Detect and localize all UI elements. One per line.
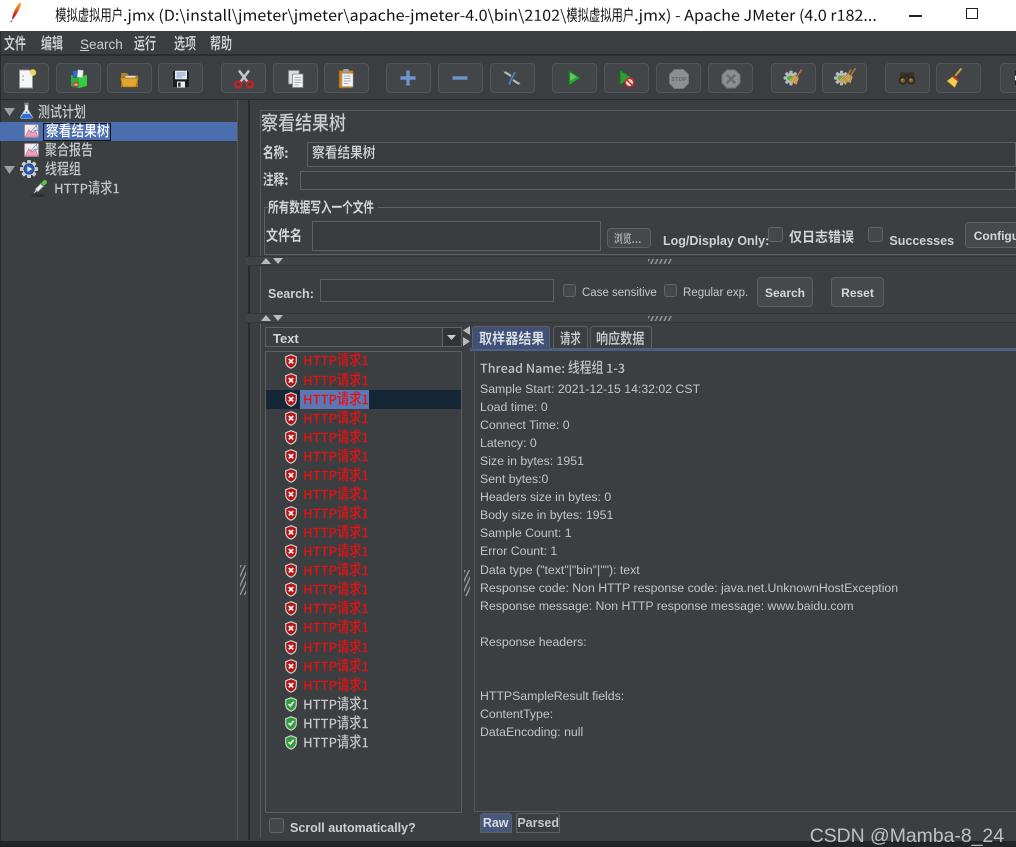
svg-text:STOP: STOP (671, 77, 686, 83)
